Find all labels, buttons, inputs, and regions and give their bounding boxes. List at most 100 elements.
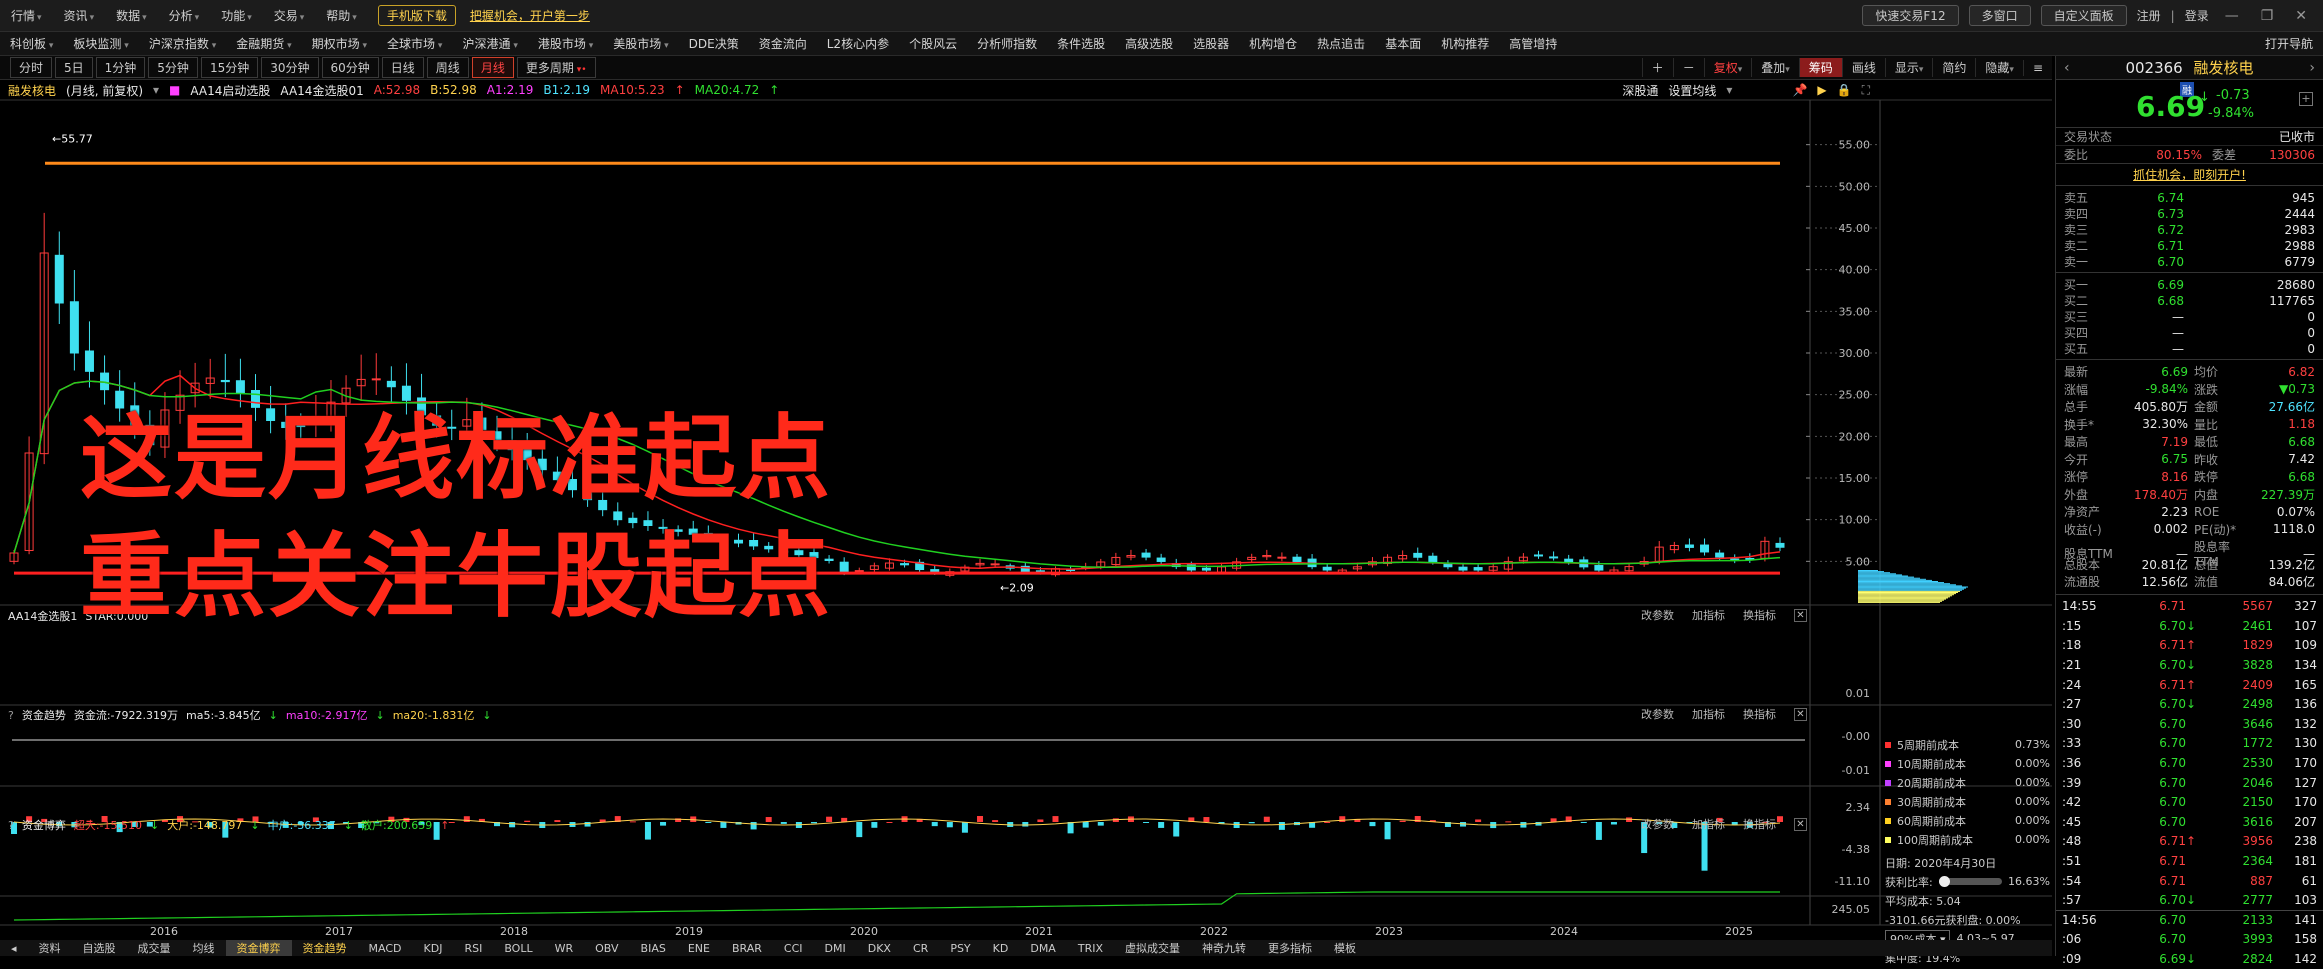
indicator-tab-20[interactable]: KD bbox=[982, 942, 1020, 955]
indicator-tab-13[interactable]: ENE bbox=[677, 942, 721, 955]
minimize-icon[interactable]: — bbox=[2225, 8, 2239, 24]
menu-analysis[interactable]: 分析 ▾ bbox=[158, 7, 211, 24]
indicator-tab-18[interactable]: CR bbox=[902, 942, 939, 955]
mobile-download-button[interactable]: 手机版下载 bbox=[377, 5, 456, 26]
display-button[interactable]: 显示▾ bbox=[1884, 58, 1933, 77]
nav-item-7[interactable]: 港股市场 ▾ bbox=[528, 35, 603, 52]
nav-item-16[interactable]: 选股器 bbox=[1183, 35, 1239, 52]
period-tab-9[interactable]: 月线 bbox=[471, 57, 514, 78]
close-panel-icon[interactable]: ✕ bbox=[1794, 608, 1807, 622]
nav-item-21[interactable]: 高管增持 bbox=[1499, 35, 1567, 52]
bid-row[interactable]: 买五 — 0 bbox=[2056, 340, 2323, 357]
change-params-button[interactable]: 改参数 bbox=[1641, 706, 1674, 722]
menu-market[interactable]: 行情 ▾ bbox=[0, 7, 53, 24]
indicator-tab-8[interactable]: RSI bbox=[453, 942, 493, 955]
overlay-button[interactable]: 叠加▾ bbox=[1751, 58, 1799, 77]
menu-lines-icon[interactable]: ≡ bbox=[2022, 59, 2052, 76]
open-nav-button[interactable]: 打开导航 bbox=[2255, 35, 2323, 52]
period-tab-10[interactable]: 更多周期 ▾• bbox=[516, 57, 596, 78]
nav-item-9[interactable]: DDE决策 bbox=[679, 35, 749, 52]
nav-item-13[interactable]: 分析师指数 bbox=[967, 35, 1047, 52]
nav-item-18[interactable]: 热点追击 bbox=[1307, 35, 1375, 52]
close-panel-icon[interactable]: ✕ bbox=[1794, 707, 1807, 721]
switch-indicator-button[interactable]: 换指标 bbox=[1743, 706, 1776, 722]
menu-trade[interactable]: 交易 ▾ bbox=[263, 7, 316, 24]
switch-indicator-button[interactable]: 换指标 bbox=[1743, 607, 1776, 623]
ask-row[interactable]: 卖五 6.74 945 bbox=[2056, 189, 2323, 206]
ask-row[interactable]: 卖三 6.72 2983 bbox=[2056, 221, 2323, 238]
add-indicator-button[interactable]: 加指标 bbox=[1692, 607, 1725, 623]
indicator-tab-25[interactable]: 更多指标 bbox=[1257, 940, 1323, 956]
login-link[interactable]: 登录 bbox=[2185, 7, 2209, 24]
indicator-tab-19[interactable]: PSY bbox=[939, 942, 981, 955]
indicator-tab-0[interactable]: 资料 bbox=[28, 940, 72, 956]
period-tab-8[interactable]: 周线 bbox=[426, 57, 469, 78]
close-panel-icon[interactable]: ✕ bbox=[1794, 817, 1807, 831]
indicator-tab-14[interactable]: BRAR bbox=[721, 942, 773, 955]
add-watch-icon[interactable]: + bbox=[2299, 92, 2313, 106]
indicator-tab-26[interactable]: 模板 bbox=[1323, 940, 1367, 956]
bid-row[interactable]: 买三 — 0 bbox=[2056, 308, 2323, 325]
custom-panel-button[interactable]: 自定义面板 bbox=[2040, 5, 2127, 26]
bid-row[interactable]: 买二 6.68 117765 bbox=[2056, 292, 2323, 309]
nav-item-3[interactable]: 金融期货 ▾ bbox=[226, 35, 301, 52]
nav-item-1[interactable]: 板块监测 ▾ bbox=[63, 35, 138, 52]
indicator-tab-17[interactable]: DKX bbox=[857, 942, 902, 955]
nav-item-19[interactable]: 基本面 bbox=[1375, 35, 1431, 52]
nav-item-11[interactable]: L2核心内参 bbox=[817, 35, 899, 52]
indicator-tab-4[interactable]: 资金博弈 bbox=[225, 940, 292, 956]
indicator-tab-16[interactable]: DMI bbox=[814, 942, 857, 955]
indicator-tab-21[interactable]: DMA bbox=[1019, 942, 1067, 955]
nav-item-2[interactable]: 沪深京指数 ▾ bbox=[139, 35, 226, 52]
indicator-tab-5[interactable]: 资金趋势 bbox=[292, 940, 358, 956]
period-tab-6[interactable]: 60分钟 bbox=[321, 57, 379, 78]
indicator-tab-23[interactable]: 虚拟成交量 bbox=[1114, 940, 1191, 956]
nav-item-0[interactable]: 科创板 ▾ bbox=[0, 35, 63, 52]
ask-row[interactable]: 卖四 6.73 2444 bbox=[2056, 205, 2323, 222]
next-stock-icon[interactable]: › bbox=[2309, 60, 2315, 76]
nav-item-17[interactable]: 机构增仓 bbox=[1239, 35, 1307, 52]
open-account-link[interactable]: 把握机会，开户第一步 bbox=[470, 7, 590, 24]
indicator-tab-22[interactable]: TRIX bbox=[1067, 942, 1114, 955]
indicator-tab-6[interactable]: MACD bbox=[358, 942, 413, 955]
nav-item-8[interactable]: 美股市场 ▾ bbox=[603, 35, 678, 52]
bid-row[interactable]: 买一 6.69 28680 bbox=[2056, 276, 2323, 293]
nav-item-12[interactable]: 个股风云 bbox=[899, 35, 967, 52]
indicator-tab-7[interactable]: KDJ bbox=[413, 942, 454, 955]
simple-button[interactable]: 简约 bbox=[1932, 58, 1975, 77]
indicator-tab-1[interactable]: 自选股 bbox=[72, 940, 127, 956]
adjust-button[interactable]: 复权▾ bbox=[1703, 58, 1752, 77]
nav-item-20[interactable]: 机构推荐 bbox=[1431, 35, 1499, 52]
period-tab-2[interactable]: 1分钟 bbox=[95, 57, 146, 78]
zoom-in-icon[interactable]: ＋ bbox=[1641, 58, 1673, 77]
switch-indicator-button[interactable]: 换指标 bbox=[1743, 816, 1776, 832]
change-params-button[interactable]: 改参数 bbox=[1641, 816, 1674, 832]
period-tab-1[interactable]: 5日 bbox=[55, 57, 93, 78]
period-tab-3[interactable]: 5分钟 bbox=[148, 57, 198, 78]
menu-help[interactable]: 帮助 ▾ bbox=[315, 7, 368, 24]
menu-function[interactable]: 功能 ▾ bbox=[210, 7, 263, 24]
indicator-tab-9[interactable]: BOLL bbox=[493, 942, 543, 955]
indicator-tab-3[interactable]: 均线 bbox=[182, 940, 226, 956]
menu-data[interactable]: 数据 ▾ bbox=[105, 7, 158, 24]
hide-button[interactable]: 隐藏▾ bbox=[1975, 58, 2023, 77]
ask-row[interactable]: 卖二 6.71 2988 bbox=[2056, 237, 2323, 254]
menu-news[interactable]: 资讯 ▾ bbox=[53, 7, 106, 24]
indicator-tab-2[interactable]: 成交量 bbox=[127, 940, 182, 956]
indicator-tab-12[interactable]: BIAS bbox=[630, 942, 677, 955]
scroll-left-icon[interactable]: ◂ bbox=[0, 942, 28, 955]
ask-row[interactable]: 卖一 6.70 6779 bbox=[2056, 253, 2323, 270]
help-icon[interactable]: ? bbox=[8, 709, 14, 722]
nav-item-4[interactable]: 期权市场 ▾ bbox=[302, 35, 377, 52]
change-params-button[interactable]: 改参数 bbox=[1641, 607, 1674, 623]
nav-item-10[interactable]: 资金流向 bbox=[749, 35, 817, 52]
indicator-tab-11[interactable]: OBV bbox=[584, 942, 629, 955]
restore-icon[interactable]: ❐ bbox=[2261, 8, 2274, 24]
add-indicator-button[interactable]: 加指标 bbox=[1692, 706, 1725, 722]
nav-item-14[interactable]: 条件选股 bbox=[1047, 35, 1115, 52]
indicator-tab-15[interactable]: CCI bbox=[773, 942, 814, 955]
period-tab-7[interactable]: 日线 bbox=[381, 57, 424, 78]
period-tab-0[interactable]: 分时 bbox=[10, 57, 53, 78]
nav-item-15[interactable]: 高级选股 bbox=[1115, 35, 1183, 52]
period-tab-5[interactable]: 30分钟 bbox=[261, 57, 319, 78]
